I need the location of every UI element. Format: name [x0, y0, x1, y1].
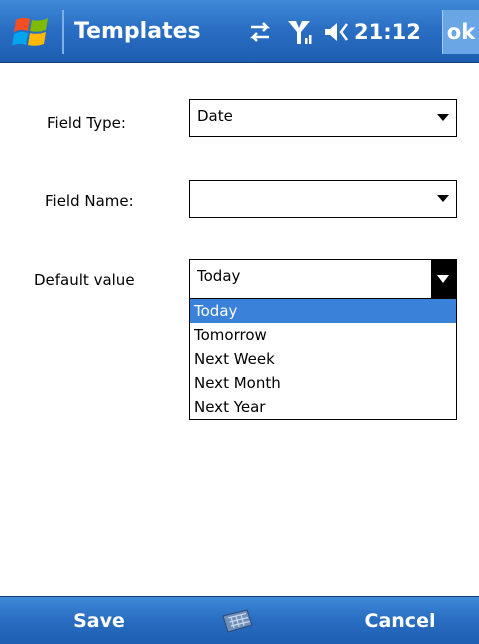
field-name-label: Field Name:	[45, 192, 134, 210]
default-value-label: Default value	[34, 271, 135, 289]
menu-bar: Save Cancel	[0, 596, 479, 644]
default-value-value: Today	[197, 267, 241, 285]
chevron-down-icon[interactable]	[437, 195, 449, 202]
title-separator	[62, 10, 64, 54]
windows-flag-icon[interactable]	[12, 14, 54, 50]
save-button[interactable]: Save	[40, 597, 158, 644]
option-tomorrow[interactable]: Tomorrow	[190, 323, 456, 347]
default-value-options[interactable]: Today Tomorrow Next Week Next Month Next…	[189, 298, 457, 420]
clock[interactable]: 21:12	[354, 14, 421, 50]
chevron-down-icon	[437, 275, 449, 283]
field-name-dropdown[interactable]	[189, 180, 457, 218]
volume-icon[interactable]	[322, 18, 352, 46]
title-bar: Templates 21:12 ok	[0, 0, 479, 63]
chevron-down-icon[interactable]	[437, 114, 449, 121]
keyboard-icon[interactable]	[219, 608, 255, 634]
option-next-year[interactable]: Next Year	[190, 395, 456, 419]
option-today[interactable]: Today	[190, 299, 456, 323]
window-title: Templates	[74, 19, 201, 44]
dropdown-toggle-button[interactable]	[431, 260, 456, 298]
connectivity-icon[interactable]	[245, 18, 275, 46]
option-next-month[interactable]: Next Month	[190, 371, 456, 395]
cancel-button[interactable]: Cancel	[330, 597, 470, 644]
field-type-label: Field Type:	[47, 114, 126, 132]
signal-icon[interactable]	[285, 18, 315, 46]
field-type-dropdown[interactable]: Date	[189, 99, 457, 137]
default-value-dropdown[interactable]: Today	[189, 259, 457, 299]
ok-button[interactable]: ok	[442, 10, 479, 54]
field-type-value: Date	[197, 107, 233, 125]
option-next-week[interactable]: Next Week	[190, 347, 456, 371]
